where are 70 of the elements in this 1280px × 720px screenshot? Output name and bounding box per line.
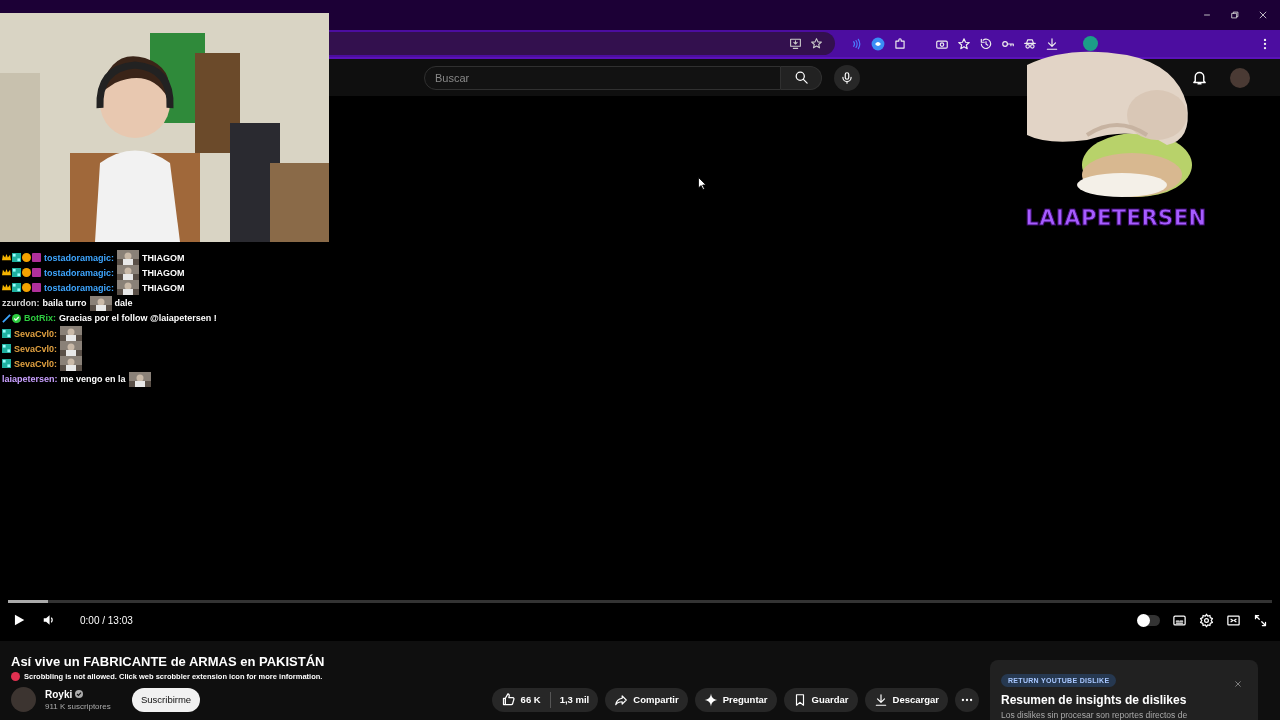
card-title: Resumen de insights de dislikes: [1001, 693, 1188, 707]
grid-icon: [12, 253, 21, 263]
volume-icon[interactable]: [42, 613, 56, 627]
chat-username[interactable]: BotRix:: [24, 313, 56, 324]
restore-icon[interactable]: [1230, 10, 1240, 20]
search-button[interactable]: [781, 65, 822, 90]
chat-username[interactable]: tostadoramagic:: [44, 267, 114, 278]
channel-name[interactable]: Royki: [45, 688, 73, 700]
subscriber-count: 911 K suscriptores: [45, 701, 112, 711]
streamer-name: LAIAPETERSEN: [1024, 206, 1208, 230]
star-icon[interactable]: [957, 36, 971, 51]
chat-username[interactable]: SevaCvl0:: [14, 343, 58, 354]
action-button[interactable]: Guardar: [783, 687, 858, 712]
like-button[interactable]: 66 K: [491, 687, 550, 712]
search-icon: [793, 70, 809, 85]
close-button[interactable]: [1234, 680, 1242, 688]
check-icon: [12, 313, 21, 323]
download-icon: [873, 692, 888, 707]
history-icon[interactable]: [979, 36, 993, 51]
time-display: 0:00 / 13:03: [80, 614, 133, 626]
grid-icon: [2, 344, 11, 354]
progress-bar[interactable]: [8, 600, 1272, 603]
install-icon[interactable]: [789, 37, 802, 50]
sparkle-icon: [703, 692, 718, 707]
grid-icon: [12, 283, 21, 293]
action-button[interactable]: Descargar: [864, 687, 948, 712]
subscribe-button[interactable]: Suscribirme: [132, 687, 201, 712]
share-icon: [614, 692, 629, 707]
close-icon[interactable]: [1258, 10, 1268, 20]
chat-message: THIAGOM: [142, 267, 185, 278]
grid-icon: [2, 329, 11, 339]
chat-username[interactable]: tostadoramagic:: [44, 252, 114, 263]
chat-username[interactable]: SevaCvl0:: [14, 358, 58, 369]
extension-icon[interactable]: [871, 36, 885, 51]
sword-icon: [2, 313, 11, 323]
chat-message: THIAGOM: [142, 252, 185, 263]
voice-search-button[interactable]: [834, 64, 860, 91]
card-text: Los dislikes sin procesar son reportes directos de: [1001, 710, 1189, 720]
search-field[interactable]: Buscar: [424, 65, 781, 90]
close-icon: [1234, 680, 1242, 688]
bell-icon[interactable]: [1191, 69, 1208, 86]
thumbs-up-icon: [500, 692, 516, 707]
chat-username[interactable]: laiapetersen:: [2, 374, 58, 385]
cursor-icon: [698, 177, 707, 190]
chat-username[interactable]: SevaCvl0:: [14, 328, 58, 339]
miniplayer-icon[interactable]: [1226, 612, 1241, 628]
scrobbler-icon: [11, 672, 20, 681]
chat-message: Gracias por el follow @laiapetersen !: [59, 313, 217, 324]
star-icon[interactable]: [810, 37, 823, 50]
download-icon[interactable]: [1045, 36, 1059, 51]
chat-message: me vengo en la: [60, 374, 126, 385]
video-title: Así vive un FABRICANTE de ARMAS en PAKISTÁN: [11, 654, 326, 669]
play-icon[interactable]: [12, 613, 26, 627]
dislike-button[interactable]: 1,3 mil: [550, 687, 599, 712]
chat-message: THIAGOM: [142, 282, 185, 293]
grid-icon: [12, 268, 21, 278]
microphone-icon: [840, 70, 854, 85]
chat-message: dale: [114, 298, 133, 309]
grid-icon: [2, 359, 11, 369]
autoplay-toggle[interactable]: [1138, 614, 1160, 626]
action-button[interactable]: Preguntar: [694, 687, 777, 712]
settings-icon[interactable]: [1199, 612, 1214, 628]
action-button[interactable]: Compartir: [605, 687, 688, 712]
fullscreen-icon[interactable]: [1253, 612, 1268, 628]
chat-username[interactable]: zzurdon:: [2, 298, 40, 309]
subtitles-icon[interactable]: [1172, 612, 1187, 628]
profile-avatar[interactable]: [1083, 36, 1098, 51]
chat-message: baila turro: [42, 298, 87, 309]
incognito-icon[interactable]: [1023, 36, 1037, 51]
chat-username[interactable]: tostadoramagic:: [44, 282, 114, 293]
